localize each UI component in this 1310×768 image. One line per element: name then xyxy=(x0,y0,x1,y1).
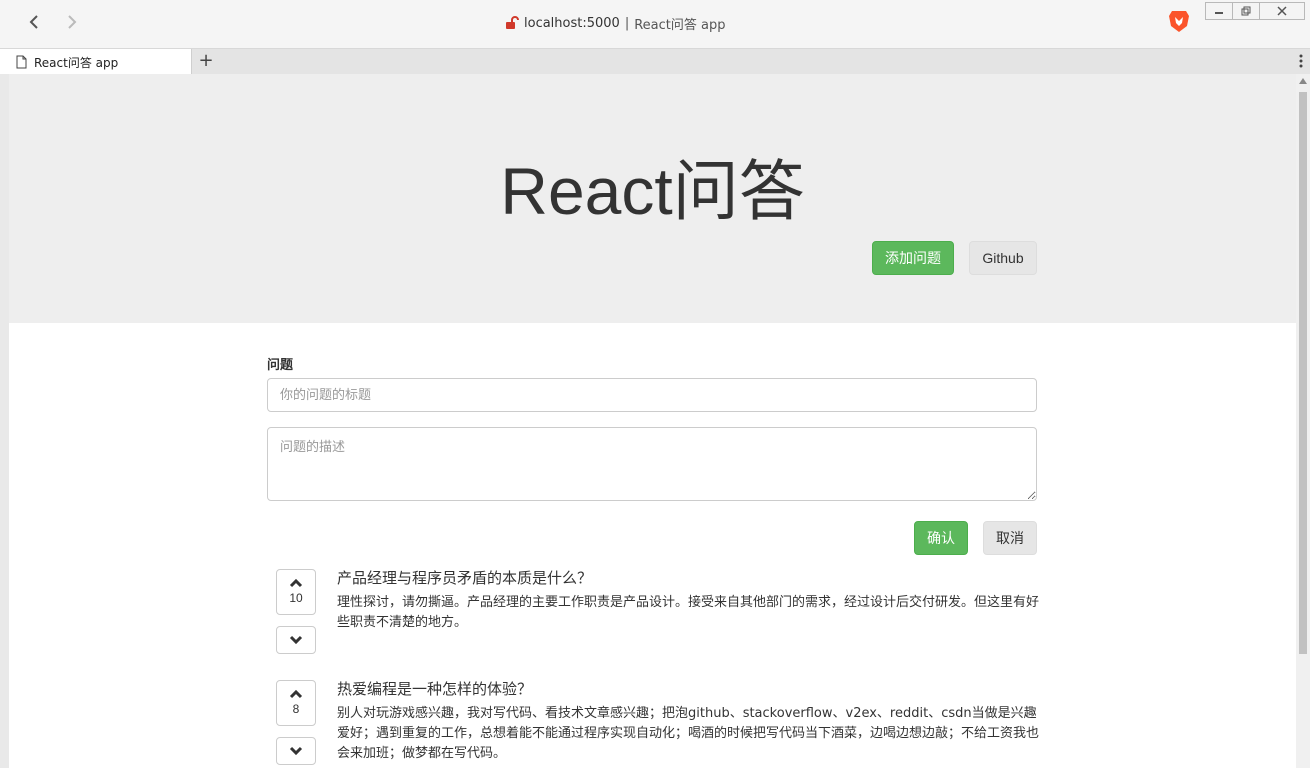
lock-icon xyxy=(506,16,519,29)
new-tab-button[interactable]: + xyxy=(196,51,216,71)
scroll-up-icon[interactable] xyxy=(1299,78,1307,84)
forward-button[interactable] xyxy=(61,11,83,33)
question-description: 理性探讨，请勿撕逼。产品经理的主要工作职责是产品设计。接受来自其他部门的需求，经… xyxy=(337,595,1040,630)
url-host: localhost:5000 xyxy=(524,15,620,31)
jumbotron: React问答 添加问题 Github xyxy=(9,74,1296,323)
confirm-button[interactable]: 确认 xyxy=(914,521,968,555)
vote-count: 10 xyxy=(289,591,303,605)
chevron-up-icon xyxy=(289,578,303,588)
close-icon xyxy=(1277,6,1287,16)
question-title-input[interactable] xyxy=(267,378,1037,412)
add-question-button[interactable]: 添加问题 xyxy=(872,241,954,275)
question-label: 问题 xyxy=(267,358,294,373)
document-icon xyxy=(16,55,27,69)
tab-title: React问答 app xyxy=(34,55,119,70)
page-title: React问答 xyxy=(500,154,805,228)
chevron-left-icon xyxy=(29,15,38,29)
vote-count: 8 xyxy=(292,702,300,716)
address-bar[interactable]: localhost:5000 | React问答 app xyxy=(505,13,725,33)
brave-lion-icon[interactable] xyxy=(1168,9,1190,33)
question-description: 别人对玩游戏感兴趣，我对写代码、看技术文章感兴趣；把泡github、stacko… xyxy=(337,706,1040,761)
downvote-button[interactable] xyxy=(276,626,316,654)
vertical-scrollbar[interactable] xyxy=(1296,74,1310,768)
cancel-button[interactable]: 取消 xyxy=(983,521,1037,555)
browser-tab[interactable]: React问答 app xyxy=(9,49,192,75)
downvote-button[interactable] xyxy=(276,737,316,765)
more-menu-icon[interactable] xyxy=(1298,53,1304,69)
window-minimize-button[interactable] xyxy=(1205,2,1233,20)
chevron-right-icon xyxy=(68,15,77,29)
scroll-thumb[interactable] xyxy=(1299,92,1307,654)
question-title: 热爱编程是一种怎样的体验？ xyxy=(337,680,533,698)
upvote-button[interactable]: 8 xyxy=(276,680,316,726)
upvote-button[interactable]: 10 xyxy=(276,569,316,615)
browser-titlebar: localhost:5000 | React问答 app xyxy=(0,0,1310,49)
back-button[interactable] xyxy=(23,11,45,33)
chevron-down-icon xyxy=(289,746,303,756)
restore-icon xyxy=(1241,6,1251,16)
url-separator: | xyxy=(624,15,630,31)
url-page-title: React问答 app xyxy=(634,17,726,33)
chevron-down-icon xyxy=(289,635,303,645)
page-viewport: React问答 添加问题 Github 问题 确认 取消 10 产品经理与程序员… xyxy=(9,74,1296,768)
minimize-icon xyxy=(1215,12,1223,14)
tab-strip: React问答 app + xyxy=(9,49,1310,75)
question-desc-textarea[interactable] xyxy=(267,427,1037,501)
window-restore-button[interactable] xyxy=(1232,2,1260,20)
window-close-button[interactable] xyxy=(1259,2,1305,20)
question-title: 产品经理与程序员矛盾的本质是什么？ xyxy=(337,569,593,587)
github-button[interactable]: Github xyxy=(969,241,1037,275)
chevron-up-icon xyxy=(289,689,303,699)
